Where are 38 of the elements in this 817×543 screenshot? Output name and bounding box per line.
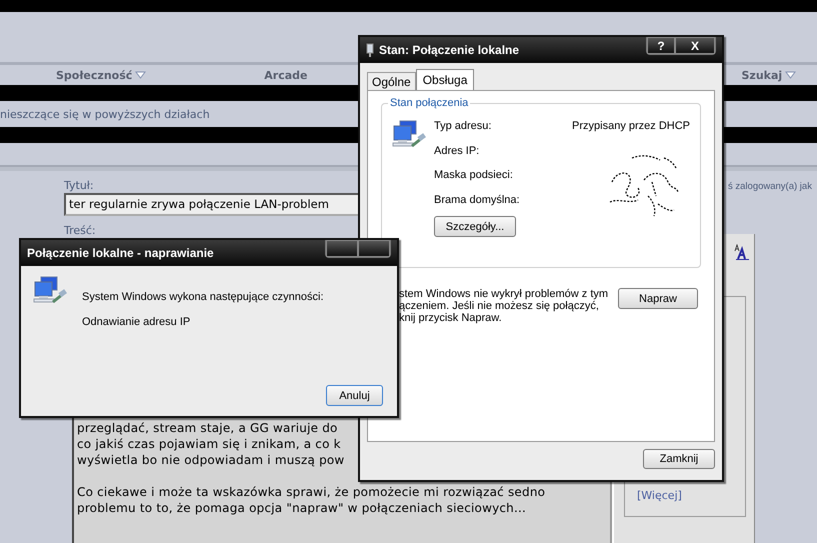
window-title: Stan: Połączenie lokalne [379,43,520,57]
group-title: Stan połączenia [388,97,470,109]
nav-item[interactable]: Szukaj [742,68,796,82]
field-label: Adres IP: [434,144,480,158]
help-button[interactable]: ? [647,37,675,54]
message-line: problemu to to, że pomaga opcja "napraw" w połączeniach sieciowych... [77,501,528,517]
body-label: Treść: [64,224,96,237]
notice-text: nieszczące się w powyższych działach [0,108,210,120]
close-dialog-button[interactable]: Zamknij [643,449,715,469]
title-label: Tytuł: [64,179,94,192]
repair-button[interactable]: Napraw [618,288,698,309]
field-label: Typ adresu: [434,120,492,134]
field-label: Maska podsieci: [434,169,513,183]
window-control-button[interactable] [358,240,390,257]
tab[interactable]: Obsługa [416,69,474,90]
nav-item[interactable]: Społeczność [56,68,146,82]
message-line: wyświetla bo nie odpowiadam i muszą pow [77,453,346,469]
message-line: co jakiś czas pojawiam się i znikam, a co k [77,437,342,453]
field-label: Brama domyślna: [434,194,520,208]
repair-text: stem Windows nie wykrył problemów z tym [399,288,608,300]
font-size-icon[interactable] [734,244,750,260]
message-line: przeglądać, stream staje, a GG wariuje do [77,421,339,437]
repair-step: Odnawianie adresu IP [82,316,324,328]
repair-text: ączeniem. Jeśli nie możesz się połączyć, [399,300,600,312]
nav-item[interactable]: Arcade [264,68,308,82]
cancel-button[interactable]: Anuluj [326,385,383,406]
field-value: Przypisany przez DHCP [572,120,690,134]
tab[interactable]: Ogólne [367,72,416,90]
repair-message: System Windows wykona następujące czynności: [82,291,324,303]
message-line: Co ciekawe i może ta wskazówka sprawi, że pomożecie mi rozwiązać sedno [77,485,546,501]
window-title: Połączenie lokalne - naprawianie [27,246,214,260]
login-note: ś zalogowany(a) jak [728,181,813,192]
details-button[interactable]: Szczegóły... [434,216,516,237]
repair-text: knij przycisk Napraw. [399,312,503,324]
more-link[interactable]: [Więcej] [637,489,682,502]
window-control-button[interactable] [326,240,358,257]
close-button[interactable]: X [675,37,715,54]
connection-icon [366,42,374,58]
